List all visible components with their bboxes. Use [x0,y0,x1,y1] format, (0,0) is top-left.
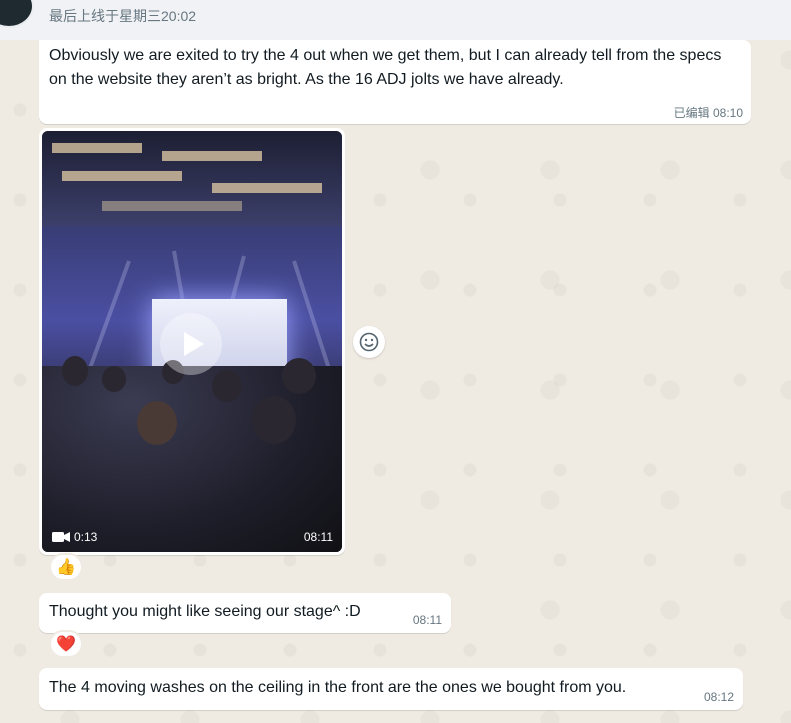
smiley-icon [359,332,379,352]
message-bubble[interactable]: Thought you might like seeing our stage^… [39,593,451,633]
last-seen-status: 最后上线于星期三20:02 [49,8,197,24]
message-bubble[interactable]: Obviously we are exited to try the 4 out… [39,40,751,124]
reaction-badge[interactable]: ❤️ [49,630,83,658]
video-thumbnail[interactable]: 0:13 08:11 [42,131,342,552]
video-message[interactable]: 0:13 08:11 [39,128,345,555]
message-meta: 已编辑 08:10 [674,104,743,121]
duration-text: 0:13 [74,530,98,544]
avatar[interactable] [0,0,34,28]
message-text: Obviously we are exited to try the 4 out… [49,47,722,88]
message-time: 08:12 [703,690,734,704]
video-duration: 0:13 [52,530,97,544]
message-text: The 4 moving washes on the ceiling in th… [49,679,627,696]
video-camera-icon [52,532,70,542]
thumbnail-ceiling [42,131,342,226]
message-time: 08:11 [412,613,442,627]
message-time: 08:10 [712,106,743,120]
reaction-badge[interactable]: 👍 [49,553,83,581]
play-button[interactable] [160,313,222,375]
edited-label: 已编辑 [673,106,710,120]
play-icon [183,332,204,356]
message-time: 08:11 [303,530,333,544]
chat-header[interactable]: 最后上线于星期三20:02 [0,0,791,40]
thumbnail-crowd [42,356,342,552]
message-text: Thought you might like seeing our stage^… [49,603,361,620]
message-bubble[interactable]: The 4 moving washes on the ceiling in th… [39,668,743,710]
react-button[interactable] [353,326,385,358]
